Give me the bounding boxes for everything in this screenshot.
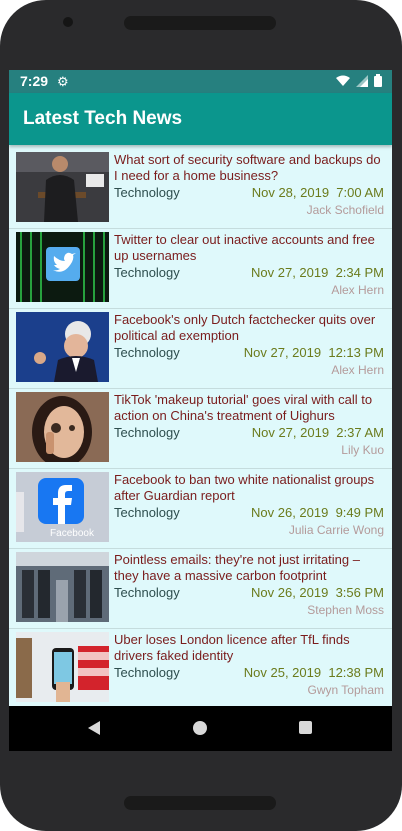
navigation-bar (9, 706, 392, 751)
article-date-time: 9:49 PM (335, 505, 384, 520)
article-author: Stephen Moss (307, 603, 384, 617)
article-date-time: 2:34 PM (335, 265, 384, 280)
article-author: Alex Hern (331, 363, 384, 377)
article-category: Technology (114, 345, 180, 360)
article-category: Technology (114, 665, 180, 680)
front-camera (63, 17, 73, 27)
news-item[interactable]: Facebook's only Dutch factchecker quits … (9, 309, 392, 389)
article-date-day: Nov 25, 2019 (243, 665, 322, 680)
article-date-time: 12:38 PM (328, 665, 384, 680)
article-author: Lily Kuo (341, 443, 384, 457)
article-date-time: 2:37 AM (336, 425, 384, 440)
wifi-icon (336, 75, 350, 86)
article-date: Nov 27, 2019 2:34 PM (251, 265, 384, 280)
screen: 7:29 ⚙ Latest Tech News What sort of sec… (9, 70, 392, 751)
article-date-day: Nov 28, 2019 (251, 185, 330, 200)
article-category: Technology (114, 585, 180, 600)
article-date: Nov 26, 2019 9:49 PM (251, 505, 384, 520)
news-item[interactable]: What sort of security software and backu… (9, 149, 392, 229)
news-item[interactable]: Facebook Facebook to ban two white natio… (9, 469, 392, 549)
article-headline: Pointless emails: they're not just irrit… (114, 552, 360, 583)
news-list[interactable]: What sort of security software and backu… (9, 149, 392, 709)
article-thumbnail (16, 152, 109, 222)
article-category: Technology (114, 185, 180, 200)
facebook-logo-text: Facebook (50, 528, 95, 539)
article-headline: Facebook to ban two white nationalist gr… (114, 472, 375, 503)
article-thumbnail (16, 552, 109, 622)
article-author: Alex Hern (331, 283, 384, 297)
status-bar: 7:29 ⚙ (9, 70, 392, 93)
news-item[interactable]: Uber loses London licence after TfL find… (9, 629, 392, 709)
article-date: Nov 27, 2019 2:37 AM (252, 425, 384, 440)
article-category: Technology (114, 505, 180, 520)
article-headline: Uber loses London licence after TfL find… (114, 632, 350, 663)
status-time: 7:29 (20, 73, 49, 89)
article-thumbnail (16, 232, 109, 302)
article-author: Gwyn Topham (307, 683, 384, 697)
recents-icon[interactable] (299, 721, 312, 734)
article-date-day: Nov 27, 2019 (251, 425, 330, 440)
article-thumbnail: Facebook (16, 472, 109, 542)
article-author: Jack Schofield (306, 203, 384, 217)
article-thumbnail (16, 312, 109, 382)
article-category: Technology (114, 265, 180, 280)
article-date-time: 12:13 PM (328, 345, 384, 360)
article-date-day: Nov 27, 2019 (251, 265, 329, 280)
article-headline: Twitter to clear out inactive accounts a… (114, 232, 375, 263)
news-item[interactable]: Pointless emails: they're not just irrit… (9, 549, 392, 629)
article-date-day: Nov 26, 2019 (251, 505, 329, 520)
article-category: Technology (114, 425, 180, 440)
news-item[interactable]: Twitter to clear out inactive accounts a… (9, 229, 392, 309)
signal-icon (356, 74, 368, 87)
battery-icon (374, 74, 382, 87)
article-date: Nov 25, 2019 12:38 PM (244, 665, 384, 680)
article-headline: TikTok 'makeup tutorial' goes viral with… (114, 392, 373, 423)
back-icon[interactable] (88, 721, 100, 735)
gear-icon: ⚙ (57, 74, 69, 89)
article-headline: What sort of security software and backu… (114, 152, 381, 183)
bottom-speaker (124, 796, 276, 810)
system-icons (336, 74, 382, 87)
article-author: Julia Carrie Wong (288, 523, 384, 537)
phone-frame: 7:29 ⚙ Latest Tech News What sort of sec… (0, 0, 402, 831)
earpiece-speaker (124, 16, 276, 30)
home-icon[interactable] (193, 721, 207, 735)
article-date-time: 3:56 PM (335, 585, 384, 600)
article-thumbnail (16, 392, 109, 462)
app-bar: Latest Tech News (9, 93, 392, 145)
article-date-time: 7:00 AM (336, 185, 384, 200)
article-date: Nov 26, 2019 3:56 PM (251, 585, 384, 600)
article-date: Nov 27, 2019 12:13 PM (244, 345, 384, 360)
article-thumbnail (16, 632, 109, 702)
news-item[interactable]: TikTok 'makeup tutorial' goes viral with… (9, 389, 392, 469)
article-date: Nov 28, 2019 7:00 AM (252, 185, 384, 200)
app-title: Latest Tech News (23, 108, 183, 129)
article-headline: Facebook's only Dutch factchecker quits … (114, 312, 376, 343)
article-date-day: Nov 27, 2019 (243, 345, 322, 360)
article-date-day: Nov 26, 2019 (251, 585, 329, 600)
